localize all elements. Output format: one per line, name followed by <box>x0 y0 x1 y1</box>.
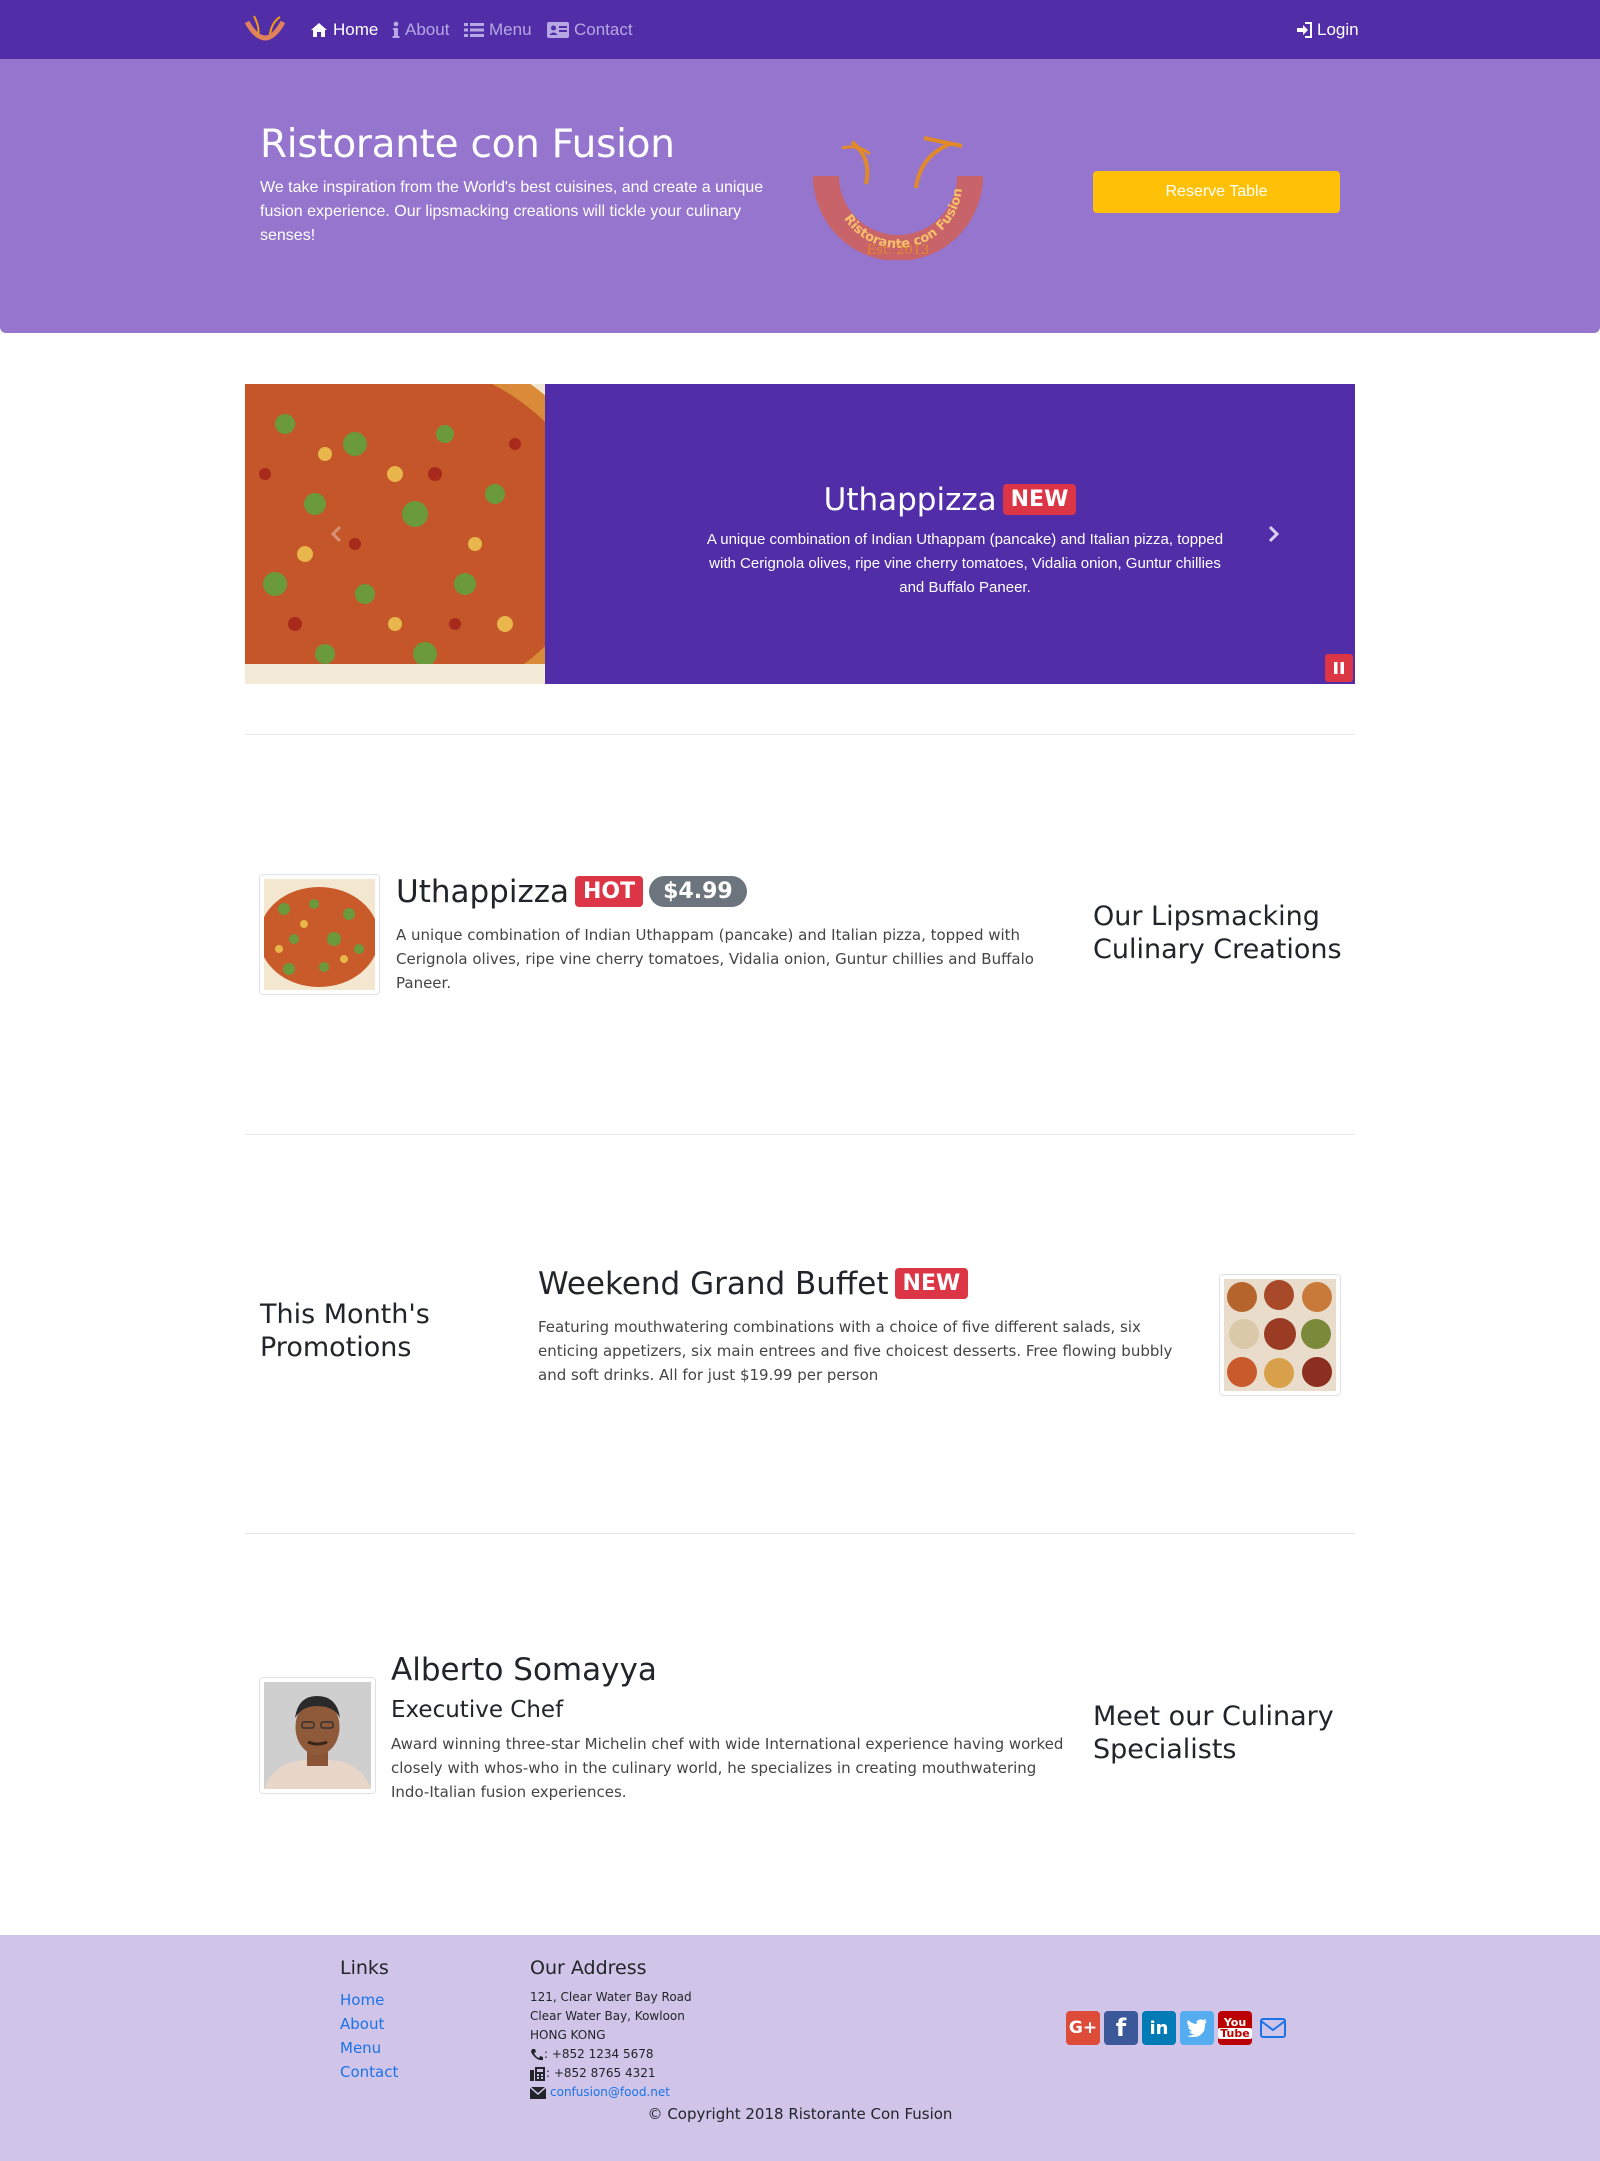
reserve-table-button[interactable]: Reserve Table <box>1093 171 1340 213</box>
nav-about-label: About <box>405 20 450 39</box>
email-link[interactable]: confusion@food.net <box>550 2083 670 2102</box>
google-plus-icon[interactable]: G+ <box>1066 2011 1100 2045</box>
restaurant-logo-icon[interactable] <box>244 14 286 46</box>
youtube-icon[interactable]: You Tube <box>1218 2011 1252 2045</box>
address-line-1: 121, Clear Water Bay Road <box>530 1990 692 2004</box>
promotion-description: Featuring mouthwatering combinations wit… <box>538 1318 1173 1384</box>
address-card-icon <box>547 22 569 38</box>
carousel: Uthappizza NEW A unique combination of In… <box>245 384 1355 684</box>
mail-icon[interactable] <box>1256 2011 1290 2045</box>
promotion-new-badge: NEW <box>894 1268 969 1299</box>
leader-thumbnail <box>259 1677 376 1794</box>
section-divider <box>245 1533 1355 1534</box>
footer-link-contact[interactable]: Contact <box>340 2060 398 2084</box>
login-button[interactable]: Login <box>1296 18 1359 42</box>
pause-icon <box>1334 662 1344 674</box>
address-line-2: Clear Water Bay, Kowloon <box>530 2009 685 2023</box>
footer <box>0 1935 1600 2161</box>
linkedin-icon[interactable]: in <box>1142 2011 1176 2045</box>
dish-description: A unique combination of Indian Uthappam … <box>396 926 1034 992</box>
promotion-heading: Weekend Grand Buffet NEW <box>538 1266 969 1302</box>
jumbotron <box>0 59 1600 333</box>
promotions-heading: This Month's Promotions <box>260 1299 430 1363</box>
dish-title: Uthappizza <box>396 874 569 910</box>
list-icon <box>464 23 484 37</box>
footer-link-menu[interactable]: Menu <box>340 2036 398 2060</box>
carousel-next-icon[interactable] <box>1261 522 1285 546</box>
uthappizza-image <box>259 879 379 990</box>
footer-address: 121, Clear Water Bay Road Clear Water Ba… <box>530 1988 790 2102</box>
leader-name: Alberto Somayya <box>391 1652 657 1688</box>
leader-designation: Executive Chef <box>391 1697 564 1723</box>
footer-address-heading: Our Address <box>530 1957 647 1979</box>
footer-link-home[interactable]: Home <box>340 1988 398 2012</box>
address-line-3: HONG KONG <box>530 2028 606 2042</box>
footer-links-heading: Links <box>340 1957 389 1979</box>
dish-heading: Uthappizza HOT $4.99 <box>396 874 747 910</box>
social-icons: G+ f in You Tube <box>1066 2011 1290 2045</box>
footer-link-about[interactable]: About <box>340 2012 398 2036</box>
home-icon <box>311 23 327 37</box>
carousel-title: Uthappizza <box>823 482 997 518</box>
restaurant-tagline: We take inspiration from the World's bes… <box>260 179 764 244</box>
info-icon <box>392 21 400 38</box>
envelope-icon <box>530 2086 546 2099</box>
nav-contact[interactable]: Contact <box>547 18 633 42</box>
sign-in-icon <box>1297 22 1312 38</box>
carousel-caption: Uthappizza NEW <box>545 482 1355 518</box>
phone-icon <box>531 2049 543 2061</box>
twitter-icon[interactable] <box>1180 2011 1214 2045</box>
fax-number: : +852 8765 4321 <box>546 2066 656 2080</box>
promotion-thumbnail <box>1219 1274 1341 1396</box>
nav-about[interactable]: About <box>392 18 449 42</box>
alberto-photo <box>264 1682 371 1789</box>
nav-home-label: Home <box>333 20 379 39</box>
fax-row: : +852 8765 4321 <box>530 2064 790 2083</box>
carousel-pause-button[interactable] <box>1325 654 1353 682</box>
restaurant-title: Ristorante con Fusion <box>260 122 675 167</box>
nav-menu[interactable]: Menu <box>464 18 532 42</box>
promotion-title: Weekend Grand Buffet <box>538 1266 889 1302</box>
restaurant-seal-logo: Ristorante con Fusion Est. 2013 <box>813 136 983 260</box>
dish-hot-badge: HOT <box>575 876 644 907</box>
dish-price-badge: $4.99 <box>649 876 747 907</box>
footer-links-list: Home About Menu Contact <box>340 1988 398 2084</box>
carousel-new-badge: NEW <box>1002 484 1077 515</box>
creations-heading: Our Lipsmacking Culinary Creations <box>1093 901 1342 965</box>
seal-est: Est. 2013 <box>867 243 930 258</box>
fax-icon <box>530 2066 545 2081</box>
leader-description: Award winning three-star Michelin chef w… <box>391 1735 1064 1801</box>
facebook-icon[interactable]: f <box>1104 2011 1138 2045</box>
section-divider <box>245 734 1355 735</box>
section-divider <box>245 1134 1355 1135</box>
login-label: Login <box>1317 20 1359 39</box>
dish-thumbnail <box>259 874 380 995</box>
specialists-heading: Meet our Culinary Specialists <box>1093 1701 1334 1765</box>
carousel-prev-icon[interactable] <box>325 522 349 546</box>
email-row: confusion@food.net <box>530 2083 790 2102</box>
copyright-text: © Copyright 2018 Ristorante Con Fusion <box>647 2105 953 2123</box>
buffet-image <box>1224 1279 1336 1391</box>
carousel-description: A unique combination of Indian Uthappam … <box>706 531 1224 596</box>
nav-menu-label: Menu <box>489 20 532 39</box>
carousel-pizza-image <box>245 384 545 684</box>
nav-contact-label: Contact <box>574 20 633 39</box>
phone-row: : +852 1234 5678 <box>530 2045 790 2064</box>
navbar: Home About Menu Contact Login <box>0 0 1600 59</box>
phone-number: : +852 1234 5678 <box>544 2047 654 2061</box>
nav-home[interactable]: Home <box>310 18 378 42</box>
